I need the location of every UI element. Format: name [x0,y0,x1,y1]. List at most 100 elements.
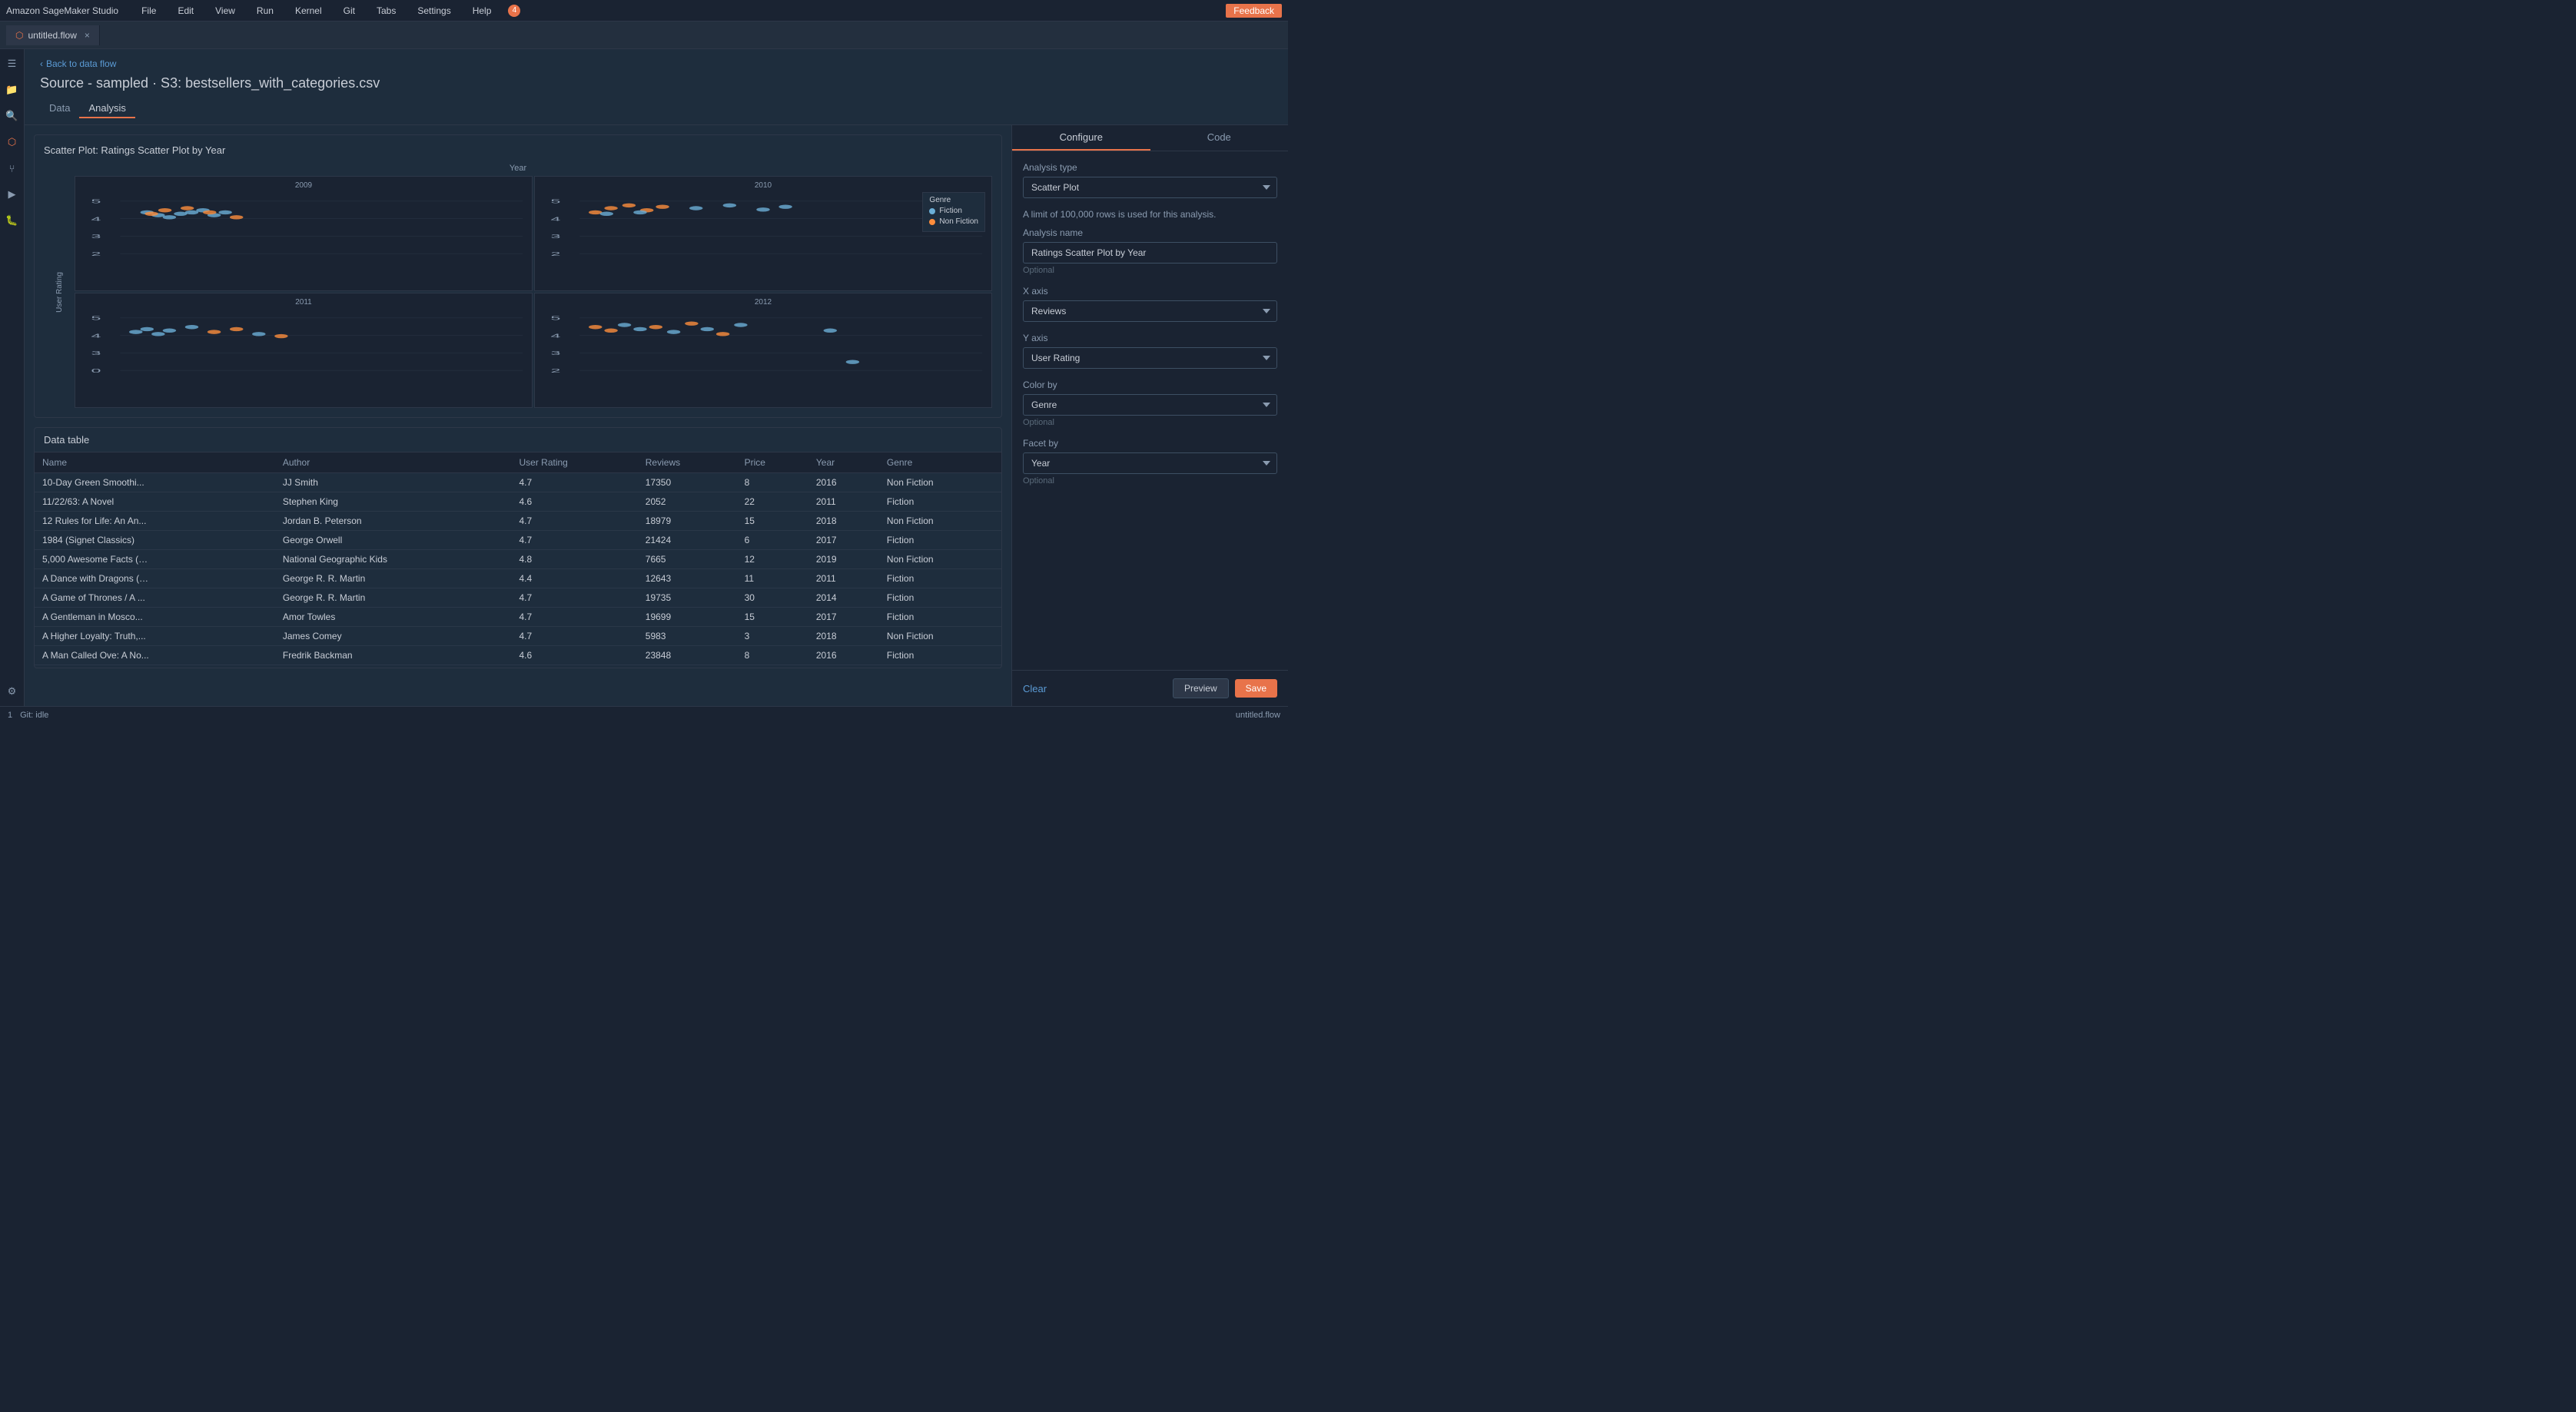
preview-button[interactable]: Preview [1173,678,1229,698]
menu-git[interactable]: Git [339,4,360,18]
menu-help[interactable]: Help [468,4,496,18]
col-rating[interactable]: User Rating [511,452,637,473]
table-row: 10-Day Green Smoothi...JJ Smith4.7173508… [35,473,1001,492]
tab-bar: ⬡ untitled.flow × [0,22,1288,49]
cell-reviews: 5983 [638,627,737,646]
svg-text:3: 3 [91,350,101,356]
main-layout: ☰ 📁 🔍 ⬡ ⑂ ▶ 🐛 ⚙ ‹ Back to data flow Sour… [0,49,1288,706]
sidebar-icon-run[interactable]: ▶ [4,186,21,203]
x-axis-group: X axis Reviews User Rating Price Year [1023,286,1277,322]
menu-run[interactable]: Run [252,4,278,18]
cell-genre: Fiction [879,646,1001,665]
cell-price: 8 [737,473,808,492]
page-title: Source - sampled · S3: bestsellers_with_… [40,75,1273,91]
back-chevron-icon: ‹ [40,58,43,69]
menu-tabs[interactable]: Tabs [372,4,400,18]
svg-text:2: 2 [91,250,101,257]
tab-code[interactable]: Code [1150,125,1289,151]
sidebar-icon-git[interactable]: ⑂ [4,160,21,177]
save-button[interactable]: Save [1235,679,1277,698]
menu-settings[interactable]: Settings [413,4,455,18]
cell-genre: Non Fiction [879,473,1001,492]
analysis-name-label: Analysis name [1023,227,1277,238]
back-link[interactable]: ‹ Back to data flow [40,58,1273,69]
status-git: Git: idle [20,711,48,720]
col-price[interactable]: Price [737,452,808,473]
cell-name: 10-Day Green Smoothi... [35,473,275,492]
content-header: ‹ Back to data flow Source - sampled · S… [25,49,1288,125]
cell-genre: Fiction [879,531,1001,550]
sidebar-icon-search[interactable]: 🔍 [4,108,21,124]
cell-rating: 4.4 [511,569,637,588]
col-author[interactable]: Author [275,452,512,473]
legend-nonfiction-label: Non Fiction [939,217,978,226]
tab-configure[interactable]: Configure [1012,125,1150,151]
chart-legend: Genre Fiction Non Fiction [922,192,985,232]
menu-file[interactable]: File [137,4,161,18]
clear-button[interactable]: Clear [1023,683,1047,694]
non-fiction-dot [929,219,935,225]
sidebar-icon-debug[interactable]: 🐛 [4,212,21,229]
col-name[interactable]: Name [35,452,275,473]
facet-2011: 2011 5 4 3 0 [75,293,533,408]
x-axis-label: Year [44,164,992,173]
col-year[interactable]: Year [808,452,879,473]
cell-author: Amor Towles [275,608,512,627]
facet-by-select[interactable]: Year Genre None [1023,452,1277,474]
color-by-optional: Optional [1023,418,1277,427]
cell-year: 2014 [808,588,879,608]
scatter-plot-2010: 5 4 3 2 [539,193,987,270]
analysis-name-optional: Optional [1023,266,1277,275]
sidebar-icon-plugin[interactable]: ⬡ [4,134,21,151]
tab-data[interactable]: Data [40,99,79,118]
svg-text:4: 4 [551,333,561,339]
cell-name: 11/22/63: A Novel [35,492,275,512]
config-body: Analysis type Scatter Plot Histogram Bar… [1012,151,1288,670]
tab-close-icon[interactable]: × [85,30,90,41]
color-by-select[interactable]: Genre Year None [1023,394,1277,416]
cell-price: 3 [737,627,808,646]
cell-reviews: 21424 [638,531,737,550]
table-row: A Dance with Dragons (…George R. R. Mart… [35,569,1001,588]
sidebar-icon-files[interactable]: 📁 [4,81,21,98]
tab-analysis[interactable]: Analysis [79,99,134,118]
cell-year: 2018 [808,512,879,531]
cell-year: 2017 [808,531,879,550]
cell-rating: 4.7 [511,531,637,550]
table-row: 1984 (Signet Classics)George Orwell4.721… [35,531,1001,550]
cell-name: A Dance with Dragons (… [35,569,275,588]
y-axis-group: Y axis User Rating Reviews Price Year [1023,333,1277,369]
sidebar-icon-menu[interactable]: ☰ [4,55,21,72]
main-tab[interactable]: ⬡ untitled.flow × [6,25,100,45]
cell-year: 2017 [808,608,879,627]
feedback-button[interactable]: Feedback [1226,4,1282,18]
analysis-type-select[interactable]: Scatter Plot Histogram Bar Chart Line Ch… [1023,177,1277,198]
cell-name: A Man Called Ove: A No... [35,665,275,668]
x-axis-select[interactable]: Reviews User Rating Price Year [1023,300,1277,322]
chart-title: Scatter Plot: Ratings Scatter Plot by Ye… [44,144,992,156]
menu-kernel[interactable]: Kernel [290,4,327,18]
analysis-area: Scatter Plot: Ratings Scatter Plot by Ye… [25,125,1288,706]
status-bar: 1 Git: idle untitled.flow [0,706,1288,723]
svg-text:4: 4 [91,216,101,222]
facet-by-label: Facet by [1023,438,1277,449]
svg-text:5: 5 [551,315,561,321]
svg-text:4: 4 [551,216,561,222]
menu-view[interactable]: View [211,4,240,18]
cell-genre: Non Fiction [879,627,1001,646]
cell-year: 2019 [808,550,879,569]
table-row: A Man Called Ove: A No...Fredrik Backman… [35,646,1001,665]
color-by-group: Color by Genre Year None Optional [1023,380,1277,427]
gear-icon[interactable]: ⚙ [4,683,21,700]
cell-price: 6 [737,531,808,550]
col-genre[interactable]: Genre [879,452,1001,473]
cell-reviews: 2052 [638,492,737,512]
y-axis-select[interactable]: User Rating Reviews Price Year [1023,347,1277,369]
table-row: A Higher Loyalty: Truth,...James Comey4.… [35,627,1001,646]
cell-rating: 4.8 [511,550,637,569]
cell-author: George Orwell [275,531,512,550]
menu-edit[interactable]: Edit [173,4,198,18]
cell-reviews: 12643 [638,569,737,588]
col-reviews[interactable]: Reviews [638,452,737,473]
analysis-name-input[interactable] [1023,242,1277,264]
